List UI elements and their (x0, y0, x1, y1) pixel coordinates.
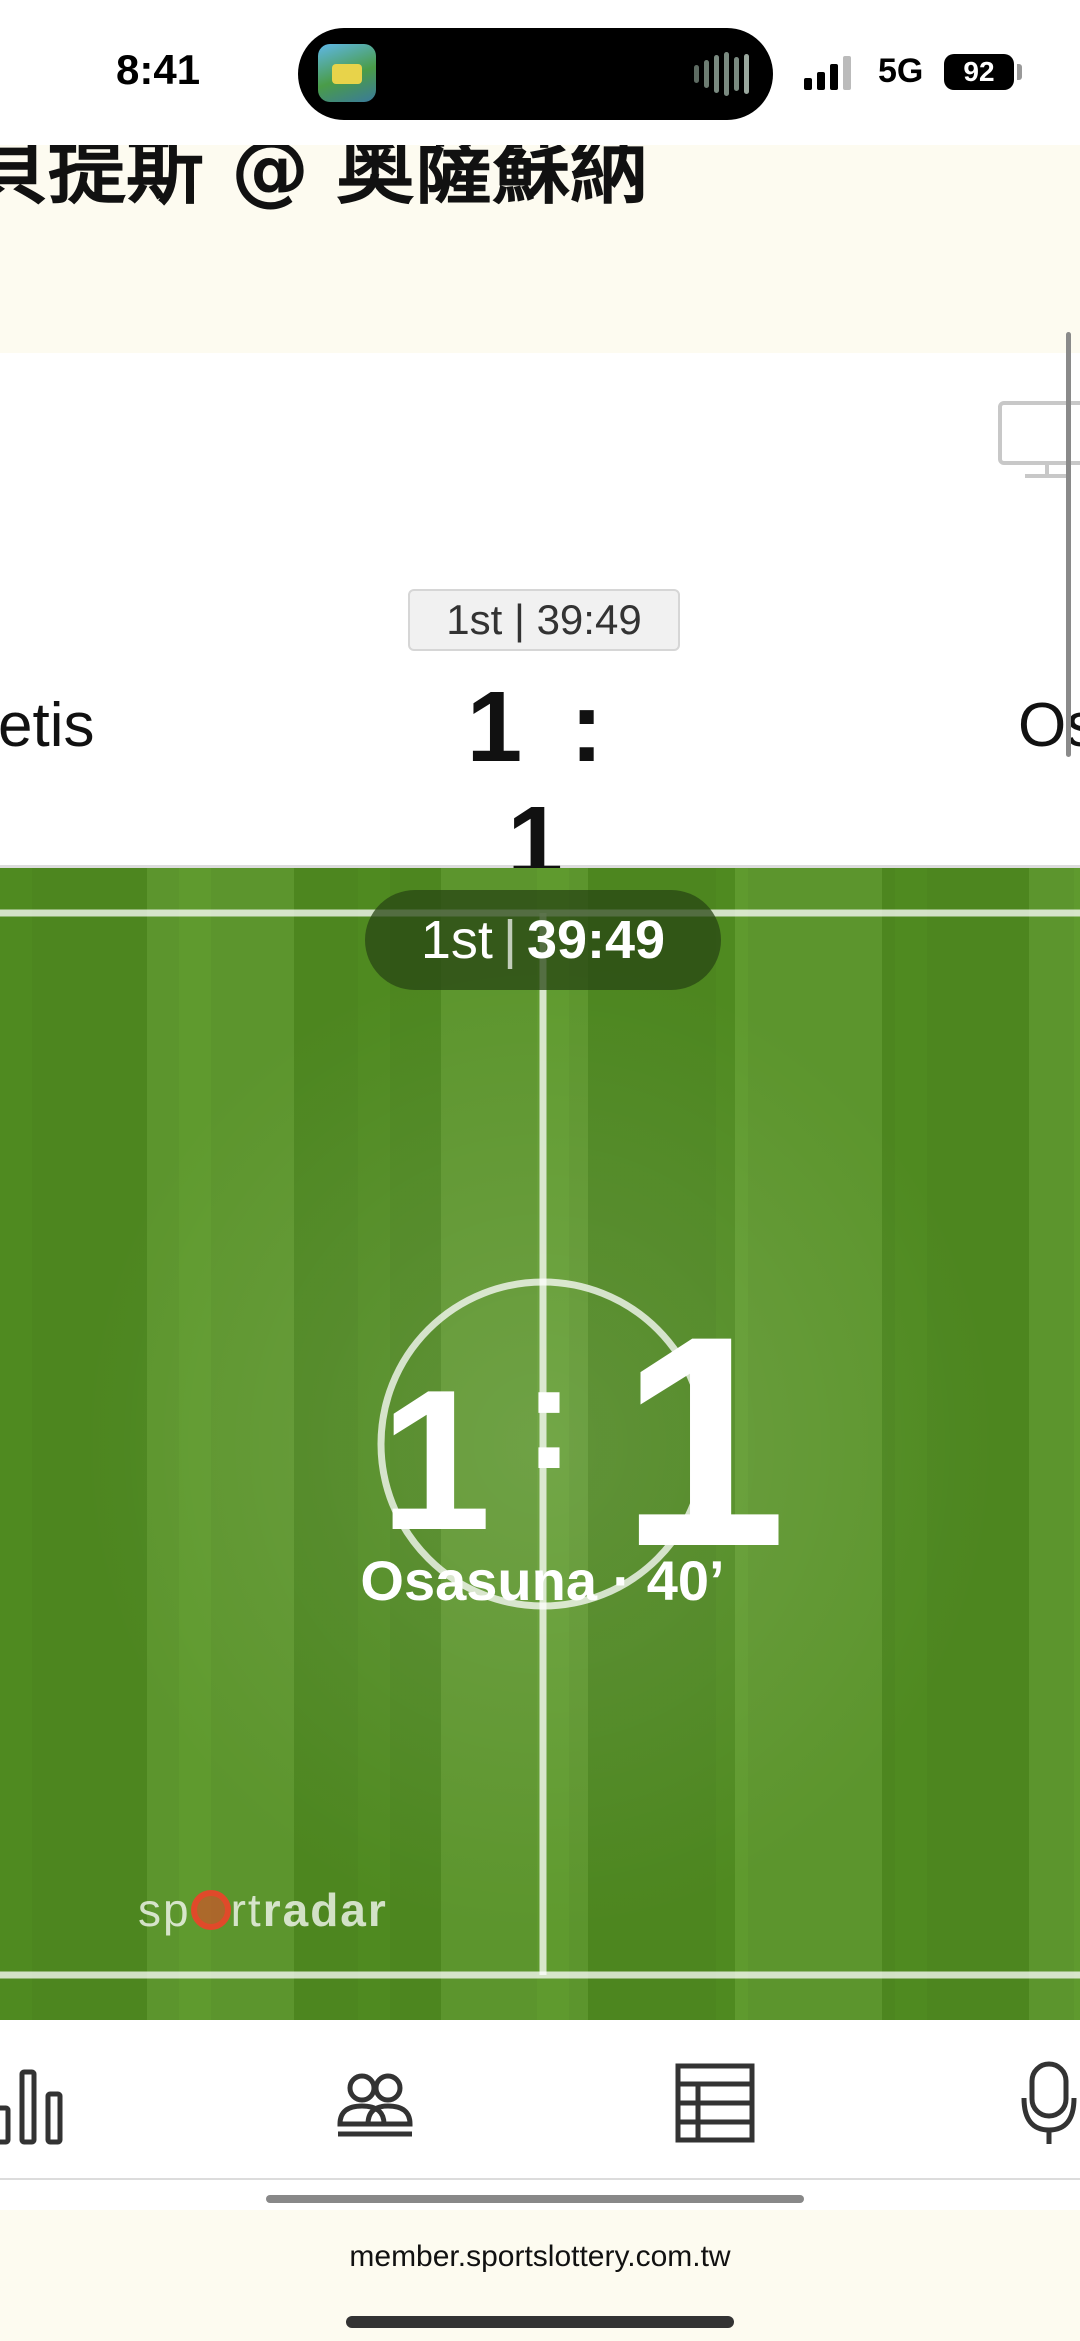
home-indicator[interactable] (346, 2316, 734, 2328)
status-time: 8:41 (116, 46, 201, 93)
bar-chart-icon[interactable] (0, 2058, 80, 2148)
microphone-icon[interactable] (1020, 2058, 1080, 2148)
pitch-score-colon: : (524, 1332, 574, 1500)
pitch-clock: 1st | 39:49 (365, 890, 721, 990)
match-tracker-pitch[interactable]: 1st | 39:49 1 : 1 Osasuna · 40’ sp rtradar (0, 868, 1080, 2020)
scrollbar[interactable] (1066, 332, 1071, 757)
home-team-name[interactable]: etis (0, 690, 94, 761)
tracker-tab-bar (0, 2020, 1080, 2180)
page-title: 貝提斯 @ 奧薩蘇納 (0, 145, 649, 215)
video-panel (0, 353, 1080, 548)
players-icon[interactable] (330, 2058, 420, 2148)
sportradar-logo-mark (190, 1890, 231, 1930)
period-clock-badge: 1st | 39:49 (408, 589, 680, 651)
battery-tip (1017, 64, 1022, 80)
sportradar-logo: sp rtradar (138, 1884, 388, 1936)
pitch-home-score: 1 (380, 1349, 492, 1572)
browser-address-bar[interactable]: member.sportslottery.com.tw (0, 2210, 1080, 2341)
match-score: 1 : 1 (466, 671, 614, 898)
battery-icon: 92 (944, 54, 1014, 90)
table-icon[interactable] (670, 2058, 760, 2148)
network-type: 5G (878, 52, 924, 90)
pitch-time: 39:49 (526, 910, 666, 970)
pitch-clock-separator: | (502, 910, 517, 970)
pitch-period: 1st (420, 910, 493, 970)
goal-event-text: Osasuna · 40’ (360, 1549, 725, 1612)
cellular-signal-icon (804, 56, 851, 90)
dynamic-island[interactable] (298, 28, 773, 120)
app-thumbnail-icon[interactable] (318, 44, 376, 102)
status-bar: 8:41 5G 92 (0, 0, 1080, 145)
tracker-scroll-indicator (266, 2195, 804, 2203)
url-text[interactable]: member.sportslottery.com.tw (0, 2240, 1080, 2274)
match-header: 貝提斯 @ 奧薩蘇納 (0, 145, 1080, 353)
score-panel: 1st | 39:49 etis 1 : 1 Os (0, 548, 1080, 898)
audio-wave-icon (694, 52, 749, 96)
